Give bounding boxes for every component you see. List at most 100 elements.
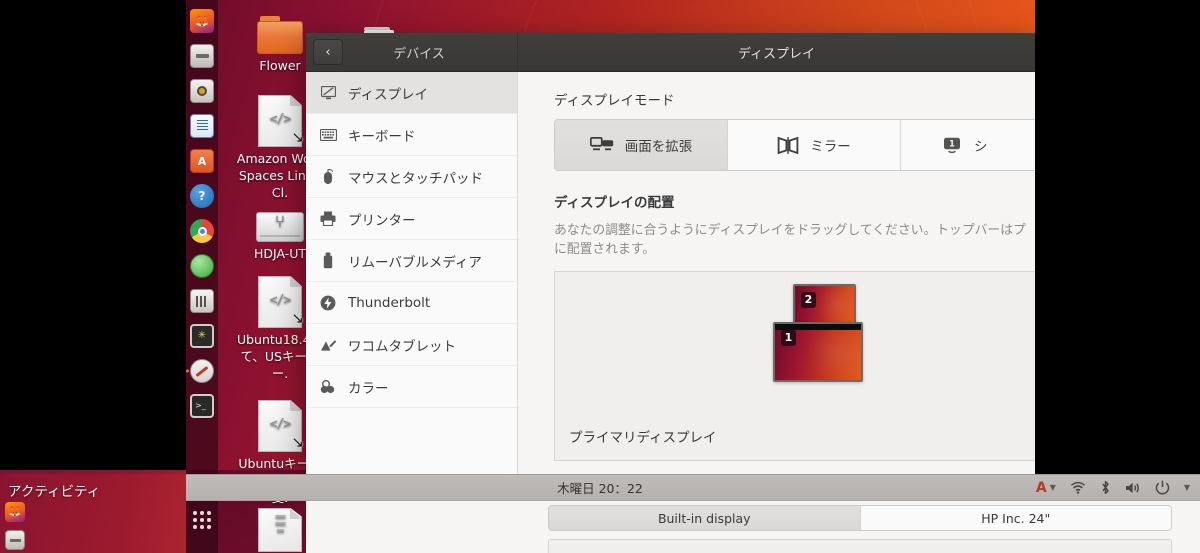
dock-icon-settings[interactable] xyxy=(186,359,214,383)
volume-icon[interactable] xyxy=(1125,481,1141,495)
dock-icon-help[interactable]: ? xyxy=(190,184,214,208)
dock-icon-calculator[interactable] xyxy=(190,289,214,313)
thunderbolt-icon xyxy=(319,294,337,312)
display-tab-hp-24[interactable]: HP Inc. 24" xyxy=(860,506,1171,530)
screen-root: 🦊 A ? ✳ >_ Flower </> ↘ Amazon WorkSpace… xyxy=(0,0,1200,553)
arrangement-title: ディスプレイの配置 xyxy=(554,195,675,211)
sidebar-item-label: キーボード xyxy=(348,128,416,145)
single-display-icon: 1 xyxy=(941,137,963,154)
settings-sidebar: ディスプレイ キーボード マウスとタッチパッド プリンター リムーバブルメディア… xyxy=(306,72,518,479)
mode-button-label: シ xyxy=(974,139,988,155)
monitor-thumbnail-2[interactable]: 2 xyxy=(793,284,856,324)
mouse-icon xyxy=(319,168,337,186)
chevron-down-icon: ▼ xyxy=(1049,483,1056,492)
dock-icon-terminal[interactable]: >_ xyxy=(190,394,214,418)
dock-icon-chrome[interactable] xyxy=(190,219,214,243)
sidebar-item-keyboard[interactable]: キーボード xyxy=(306,114,517,156)
monitor-number-badge: 1 xyxy=(781,330,796,346)
monitor-number-badge: 2 xyxy=(801,292,816,308)
display-mode-title: ディスプレイモード xyxy=(554,93,675,109)
display-tab-built-in[interactable]: Built-in display xyxy=(549,506,861,530)
printer-icon xyxy=(319,210,337,228)
back-button[interactable]: ‹ xyxy=(313,39,343,65)
ubuntu-dock[interactable]: 🦊 A ? ✳ >_ xyxy=(186,0,218,553)
activities-label: アクティビティ xyxy=(8,484,101,500)
dock-icon-firefox[interactable]: 🦊 xyxy=(190,9,214,33)
dock-icon-amazon-workspaces[interactable]: A xyxy=(190,149,214,173)
arrangement-description-line2: に配置されます。 xyxy=(554,242,656,257)
arrangement-description-line1: あなたの調整に合うようにディスプレイをドラッグしてください。トップバーはプ xyxy=(554,223,1026,238)
show-applications-button[interactable] xyxy=(193,511,211,529)
sidebar-item-removable-media[interactable]: リムーバブルメディア xyxy=(306,240,517,282)
display-tab-label: HP Inc. 24" xyxy=(981,510,1051,526)
offscreen-black-region xyxy=(1035,0,1200,474)
mirror-icon xyxy=(777,136,799,155)
sidebar-item-label: Thunderbolt xyxy=(348,294,431,311)
ime-indicator[interactable]: A ▼ xyxy=(1036,480,1056,496)
titlebar-right-title: ディスプレイ xyxy=(737,46,816,62)
sidebar-item-color[interactable]: カラー xyxy=(306,366,517,408)
document-file-icon: ≡≡≡ ≡≡≡ ≡≡ xyxy=(258,508,302,552)
primary-display-label: プライマリディスプレイ xyxy=(569,429,717,446)
mode-button-label: 画面を拡張 xyxy=(624,139,693,155)
dock-icon-text-editor[interactable]: ✳ xyxy=(190,324,214,348)
activities-button[interactable]: アクティビティ xyxy=(8,480,100,500)
svg-text:1: 1 xyxy=(949,139,955,149)
sidebar-item-label: リムーバブルメディア xyxy=(348,254,482,271)
sidebar-item-wacom-tablet[interactable]: ワコムタブレット xyxy=(306,324,517,366)
sidebar-item-label: ワコムタブレット xyxy=(348,338,456,355)
power-icon[interactable] xyxy=(1155,480,1170,495)
usb-drive-icon xyxy=(319,252,337,270)
dock-icon-firefox[interactable]: 🦊 xyxy=(5,502,25,522)
sidebar-item-thunderbolt[interactable]: Thunderbolt xyxy=(306,282,517,324)
window-body: ディスプレイ キーボード マウスとタッチパッド プリンター リムーバブルメディア… xyxy=(306,72,1035,479)
mode-button-single-display[interactable]: 1 シ xyxy=(901,120,1035,170)
dock-icon-software-updater[interactable] xyxy=(190,79,214,103)
dock-icon-files[interactable] xyxy=(5,530,25,550)
sidebar-item-label: マウスとタッチパッド xyxy=(348,170,483,187)
wifi-icon[interactable] xyxy=(1070,481,1086,494)
panel-status-area[interactable]: A ▼ ▼ xyxy=(1036,480,1190,496)
titlebar-left-pane: ‹ デバイス xyxy=(306,33,518,71)
sidebar-item-display[interactable]: ディスプレイ xyxy=(306,72,517,114)
script-file-icon: </> ↘ xyxy=(258,276,304,328)
keyboard-icon xyxy=(319,126,337,144)
desktop-icon-document-partial[interactable]: ≡≡≡ ≡≡≡ ≡≡ xyxy=(234,508,326,553)
script-file-icon: </> ↘ xyxy=(258,400,304,452)
running-indicator-dot xyxy=(186,369,189,373)
sidebar-item-label: プリンター xyxy=(348,212,416,229)
back-chevron-icon: ‹ xyxy=(325,44,331,60)
titlebar-left-title: デバイス xyxy=(393,46,445,62)
mode-button-join-displays[interactable]: 画面を拡張 xyxy=(555,120,728,170)
monitor-thumbnail-1[interactable]: 1 xyxy=(773,322,863,382)
sidebar-item-label: ディスプレイ xyxy=(348,86,429,103)
bluetooth-icon[interactable] xyxy=(1100,480,1111,495)
dock-icon-green-app[interactable] xyxy=(190,254,214,278)
display-arrangement-canvas[interactable]: 2 1 xyxy=(554,271,1035,411)
settings-window: ‹ デバイス ディスプレイ ディスプレイ キーボード マウスとタッチパッド プリ… xyxy=(306,33,1035,479)
secondary-dock[interactable]: 🦊 xyxy=(2,502,28,550)
mode-button-mirror[interactable]: ミラー xyxy=(728,120,901,170)
color-icon xyxy=(319,378,337,396)
usb-drive-icon: ⑂ xyxy=(256,208,304,242)
window-titlebar: ‹ デバイス ディスプレイ xyxy=(306,33,1035,72)
dock-icon-files[interactable] xyxy=(190,44,214,68)
primary-display-row[interactable]: プライマリディスプレイ xyxy=(554,411,1035,461)
secondary-screen-strip: アクティビティ 🦊 xyxy=(0,474,186,553)
dock-icon-libreoffice-writer[interactable] xyxy=(190,114,214,138)
ime-letter: A xyxy=(1035,479,1047,496)
display-mode-buttons[interactable]: 画面を拡張 ミラー 1 シ xyxy=(554,119,1035,171)
sidebar-item-label: カラー xyxy=(348,380,389,397)
chevron-down-icon[interactable]: ▼ xyxy=(1184,483,1190,492)
display-settings-panel xyxy=(548,539,1172,553)
sidebar-item-mouse-touchpad[interactable]: マウスとタッチパッド xyxy=(306,156,517,198)
display-icon xyxy=(319,84,337,102)
display-selector-tabs[interactable]: Built-in display HP Inc. 24" xyxy=(548,505,1172,531)
mode-button-label: ミラー xyxy=(810,139,851,155)
settings-window-lower-part: Built-in display HP Inc. 24" xyxy=(306,501,1200,553)
sidebar-item-printer[interactable]: プリンター xyxy=(306,198,517,240)
wacom-tablet-icon xyxy=(319,336,337,354)
join-displays-icon xyxy=(589,136,614,154)
script-file-icon: </> ↘ xyxy=(258,95,304,147)
folder-icon xyxy=(257,16,303,54)
